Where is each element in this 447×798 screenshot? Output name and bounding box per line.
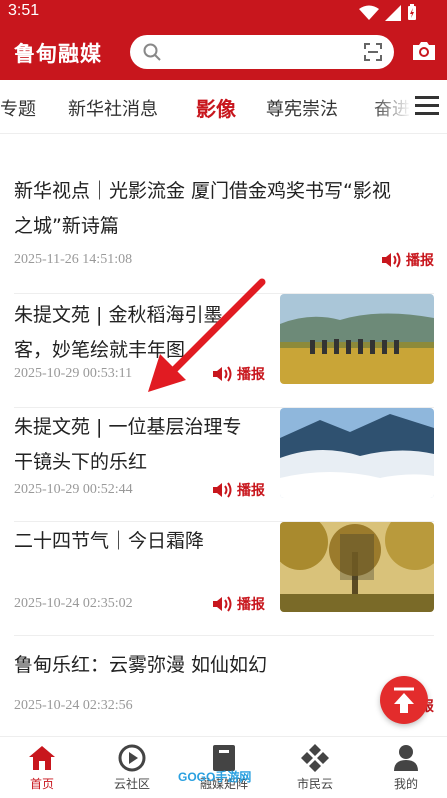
status-bar: 3:51 (0, 0, 447, 26)
speaker-icon (382, 252, 401, 268)
play-label: 播报 (406, 253, 434, 269)
tabs-fade (371, 80, 411, 133)
news-item-3[interactable]: 朱提文苑 | 一位基层治理专 干镜头下的乐红 2025-10-29 00:52:4… (14, 408, 434, 522)
user-icon (394, 745, 418, 771)
app-logo: 鲁甸融媒 (14, 42, 102, 66)
search-bar[interactable] (130, 35, 394, 69)
speaker-icon (213, 596, 232, 612)
nav-community[interactable]: 云社区 (92, 743, 172, 792)
news-thumbnail-frost-descent[interactable] (280, 522, 434, 612)
news-title: 二十四节气｜今日霜降 (14, 530, 205, 552)
play-button[interactable]: 播报 (212, 594, 265, 614)
search-icon (143, 43, 161, 61)
back-to-top-button[interactable] (380, 676, 428, 724)
app-header: 鲁甸融媒 (0, 26, 447, 80)
bottom-nav: 首页 云社区 融媒矩阵 市民云 我的 (0, 736, 447, 798)
annotation-arrow (148, 278, 266, 392)
tab-images[interactable]: 影像 (196, 93, 236, 122)
news-title: 鲁甸乐红：云雾弥漫 如仙如幻 (14, 654, 268, 676)
scan-icon[interactable] (364, 43, 382, 61)
play-button[interactable]: 播报 (381, 250, 434, 270)
news-date: 2025-10-24 02:35:02 (14, 596, 133, 611)
nav-label: 云社区 (113, 777, 150, 791)
nav-mine[interactable]: 我的 (366, 743, 446, 792)
arrow-up-icon (394, 687, 414, 713)
status-icons (359, 4, 417, 21)
play-label: 播报 (237, 597, 265, 613)
tab-xinhua[interactable]: 新华社消息 (68, 95, 158, 121)
home-icon (29, 746, 55, 770)
news-title: 朱提文苑 | 一位基层治理专 干镜头下的乐红 (14, 416, 242, 473)
news-item-5[interactable]: 鲁甸乐红：云雾弥漫 如仙如幻 2025-10-24 02:32:56 播报 (14, 636, 434, 736)
news-date: 2025-11-26 14:51:08 (14, 252, 133, 267)
news-date: 2025-10-24 02:32:56 (14, 698, 133, 713)
nav-label: 我的 (393, 777, 418, 791)
tab-constitution[interactable]: 尊宪崇法 (266, 95, 338, 121)
speaker-icon (213, 482, 232, 498)
watermark: GOGO手游网 (178, 770, 252, 784)
citizen-cloud-icon (301, 744, 329, 772)
play-button[interactable]: 播报 (212, 480, 265, 500)
news-thumbnail-rice-field[interactable] (280, 294, 434, 384)
menu-icon[interactable] (415, 96, 439, 116)
wifi-icon (359, 5, 379, 20)
news-date: 2025-10-29 00:52:44 (14, 482, 133, 497)
signal-icon (385, 4, 401, 21)
camera-icon[interactable] (411, 40, 437, 62)
tab-topics[interactable]: 专题 (0, 95, 36, 121)
community-icon (118, 744, 146, 772)
news-thumbnail-mountain-clouds[interactable] (280, 408, 434, 498)
news-title: 新华视点｜光影流金 厦门借金鸡奖书写“影视 之城”新诗篇 (14, 180, 391, 237)
news-date: 2025-10-29 00:53:11 (14, 366, 133, 381)
channel-tabs: 专题 新华社消息 影像 尊宪崇法 奋进 (0, 80, 447, 134)
nav-label: 首页 (29, 777, 54, 791)
play-label: 播报 (237, 483, 265, 499)
news-item-4[interactable]: 二十四节气｜今日霜降 2025-10-24 02:35:02 播报 (14, 522, 434, 636)
nav-citizen-cloud[interactable]: 市民云 (275, 743, 355, 792)
status-time: 3:51 (8, 2, 40, 19)
battery-icon (408, 4, 416, 20)
nav-home[interactable]: 首页 (2, 743, 82, 792)
nav-label: 市民云 (296, 777, 333, 791)
